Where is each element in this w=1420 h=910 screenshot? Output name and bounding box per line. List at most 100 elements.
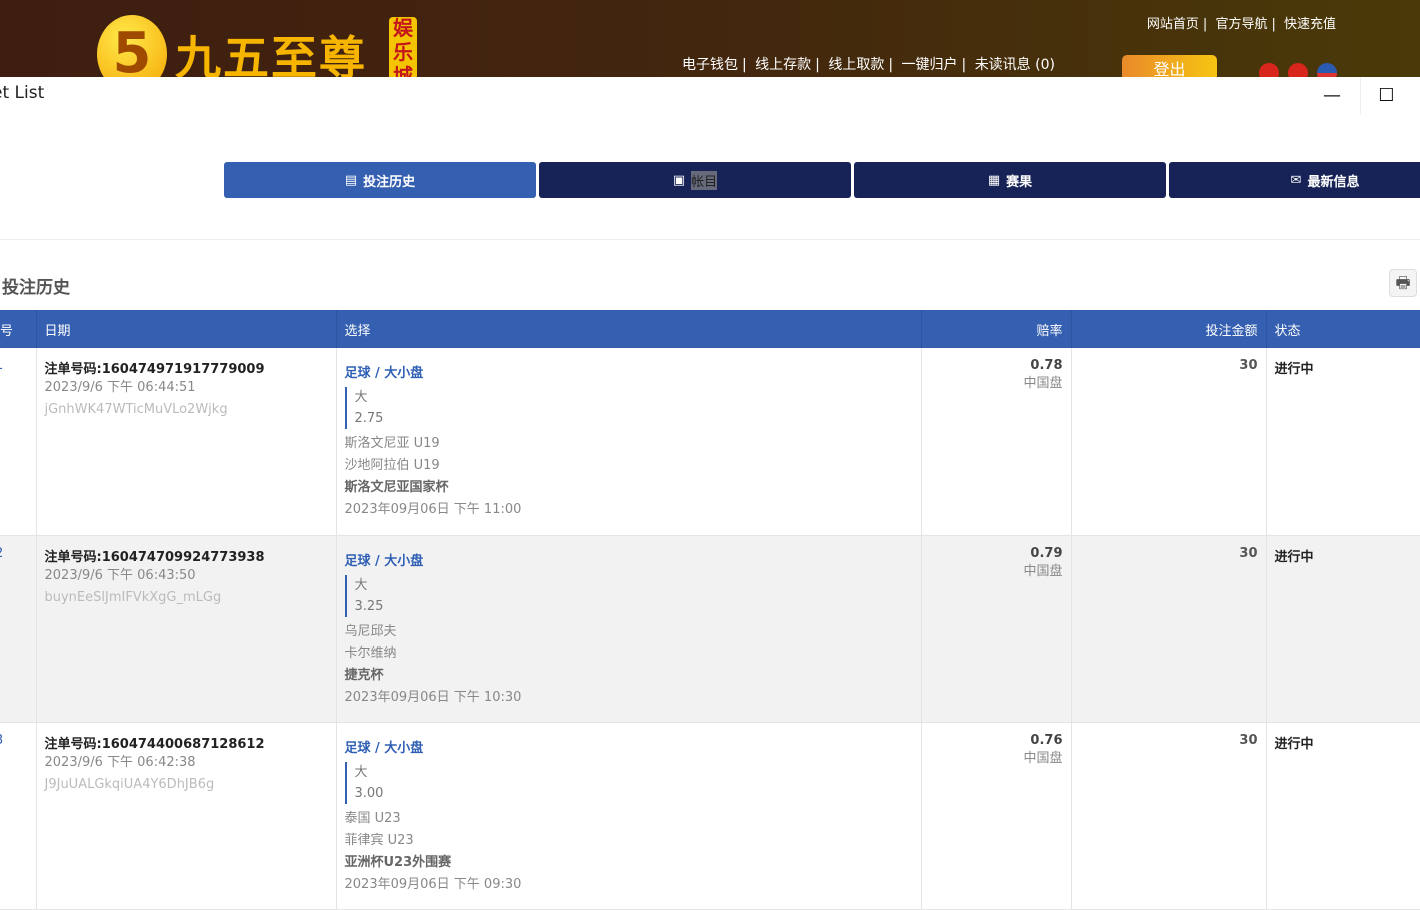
mail-icon: ✉ [1290, 172, 1302, 188]
link-deposit[interactable]: 线上存款 [755, 57, 811, 73]
link-wallet[interactable]: 电子钱包 [682, 57, 738, 73]
pick: 大 [354, 764, 368, 780]
odds-type: 中国盘 [1023, 750, 1063, 766]
line: 3.00 [354, 785, 384, 801]
stake-cell: 30 [1071, 722, 1267, 910]
logout-button[interactable]: 登出 [1122, 55, 1217, 77]
ticket-number: 注单号码:160474709924773938 [44, 549, 265, 565]
section-title: 投注历史 [2, 278, 70, 298]
link-home[interactable]: 网站首页 [1147, 17, 1199, 32]
bet-time: 2023/9/6 下午 06:43:50 [44, 567, 196, 583]
nav-links: 电子钱包 | 线上存款 | 线上取款 | 一键归户 | 未读讯息 (0) [682, 57, 1055, 73]
line: 3.25 [354, 598, 384, 614]
print-button[interactable]: 🖶 [1389, 269, 1417, 297]
col-date: 日期 [36, 310, 337, 348]
window-bar: et List — ☐ [0, 77, 1420, 117]
pick-block: 大 3.25 [344, 574, 913, 617]
pick-block: 大 2.75 [344, 387, 913, 429]
ticket-number: 注单号码:160474971917779009 [44, 362, 265, 377]
window-title: et List [0, 83, 45, 103]
stake-cell: 30 [1071, 535, 1267, 723]
status-cell: 进行中 [1266, 535, 1420, 723]
bet-info-cell: 注单号码:160474971917779009 2023/9/6 下午 06:4… [36, 348, 337, 536]
stake: 30 [1239, 732, 1258, 748]
logo-text[interactable]: 九五至尊 [175, 22, 367, 77]
bet-code: jGnhWK47WTicMuVLo2Wjkg [44, 402, 228, 417]
odds-type: 中国盘 [1023, 376, 1063, 391]
stake-cell: 30 [1071, 348, 1267, 536]
link-withdraw[interactable]: 线上取款 [828, 57, 884, 73]
odds: 0.79 [1030, 545, 1063, 561]
tab-news[interactable]: ✉ 最新信息 [1169, 162, 1420, 198]
league: 捷克杯 [344, 667, 384, 683]
site-header: 5 九五至尊 娱乐城 网站首页 | 官方导航 | 快速充值 电子钱包 | 线上存款 | … [0, 0, 1420, 77]
row-index: 2 [0, 535, 37, 723]
tab-results[interactable]: ▦ 赛果 [854, 162, 1166, 198]
market: 足球 / 大小盘 [344, 553, 424, 569]
line: 2.75 [354, 411, 384, 426]
home-team: 泰国 U23 [344, 810, 401, 826]
table-row: 3 注单号码:160474400687128612 2023/9/6 下午 06… [0, 722, 1420, 910]
bet-info-cell: 注单号码:160474400687128612 2023/9/6 下午 06:4… [36, 722, 337, 910]
kickoff: 2023年09月06日 下午 11:00 [344, 502, 522, 517]
table-row: 2 注单号码:160474709924773938 2023/9/6 下午 06… [0, 535, 1420, 723]
divider [0, 239, 1420, 240]
league: 亚洲杯U23外围赛 [344, 854, 452, 870]
table-row: 1 注单号码:160474971917779009 2023/9/6 下午 06… [0, 348, 1420, 536]
selection-cell: 足球 / 大小盘 大 2.75 斯洛文尼亚 U19 沙地阿拉伯 U19 斯洛文尼… [336, 348, 922, 536]
kickoff: 2023年09月06日 下午 09:30 [344, 876, 522, 892]
maximize-button[interactable]: ☐ [1360, 77, 1412, 115]
home-team: 乌尼邱夫 [344, 623, 397, 639]
league: 斯洛文尼亚国家杯 [344, 480, 449, 495]
pick: 大 [354, 390, 368, 405]
tab-account[interactable]: ▣ 帐目 [539, 162, 851, 198]
ledger-icon: ▣ [672, 172, 686, 188]
market: 足球 / 大小盘 [344, 740, 424, 756]
odds-type: 中国盘 [1023, 563, 1063, 579]
away-team: 卡尔维纳 [344, 645, 397, 661]
selection-cell: 足球 / 大小盘 大 3.25 乌尼邱夫 卡尔维纳 捷克杯 2023年09月06… [336, 535, 922, 723]
minimize-button[interactable]: — [1306, 77, 1358, 115]
bet-table: 号 日期 选择 赔率 投注金额 状态 1 注单号码:16047497191777… [0, 310, 1420, 910]
cn-flag-icon[interactable] [1288, 63, 1308, 77]
link-nav[interactable]: 官方导航 [1215, 17, 1267, 32]
kickoff: 2023年09月06日 下午 10:30 [344, 689, 522, 705]
stake: 30 [1239, 358, 1258, 373]
bet-code: J9JuUALGkqiUA4Y6DhJB6g [44, 776, 215, 792]
bet-time: 2023/9/6 下午 06:42:38 [44, 754, 196, 770]
home-team: 斯洛文尼亚 U19 [344, 436, 440, 451]
status-badge: 进行中 [1274, 549, 1314, 565]
col-selection: 选择 [336, 310, 922, 348]
away-team: 沙地阿拉伯 U19 [344, 458, 440, 473]
ticket-number: 注单号码:160474400687128612 [44, 736, 265, 752]
hk-flag-icon[interactable] [1259, 63, 1279, 77]
selection-cell: 足球 / 大小盘 大 3.00 泰国 U23 菲律宾 U23 亚洲杯U23外围赛… [336, 722, 922, 910]
status-cell: 进行中 [1266, 348, 1420, 536]
top-links: 网站首页 | 官方导航 | 快速充值 [1146, 17, 1336, 32]
us-flag-icon[interactable] [1317, 63, 1337, 77]
status-cell: 进行中 [1266, 722, 1420, 910]
logo-icon[interactable]: 5 [97, 15, 167, 77]
tab-bet-history[interactable]: ▤ 投注历史 [224, 162, 536, 198]
results-icon: ▦ [987, 172, 1001, 188]
tab-bar: ▤ 投注历史 ▣ 帐目 ▦ 赛果 ✉ 最新信息 [224, 162, 1420, 198]
row-index: 3 [0, 722, 37, 910]
pick-block: 大 3.00 [344, 761, 913, 804]
col-number: 号 [0, 310, 37, 348]
pick: 大 [354, 577, 368, 593]
status-badge: 进行中 [1274, 736, 1314, 752]
odds: 0.76 [1030, 732, 1063, 748]
odds-cell: 0.79 中国盘 [921, 535, 1072, 723]
odds: 0.78 [1030, 358, 1063, 373]
printer-icon: 🖶 [1395, 273, 1411, 292]
link-recharge[interactable]: 快速充值 [1284, 17, 1336, 32]
clipboard-icon: ▤ [344, 172, 358, 188]
link-merge[interactable]: 一键归户 [902, 57, 958, 73]
col-stake: 投注金额 [1071, 310, 1267, 348]
stake: 30 [1239, 545, 1258, 561]
link-messages[interactable]: 未读讯息 (0) [975, 57, 1055, 73]
bet-time: 2023/9/6 下午 06:44:51 [44, 380, 196, 395]
market: 足球 / 大小盘 [344, 366, 424, 381]
logo-badge: 娱乐城 [389, 17, 417, 77]
odds-cell: 0.78 中国盘 [921, 348, 1072, 536]
